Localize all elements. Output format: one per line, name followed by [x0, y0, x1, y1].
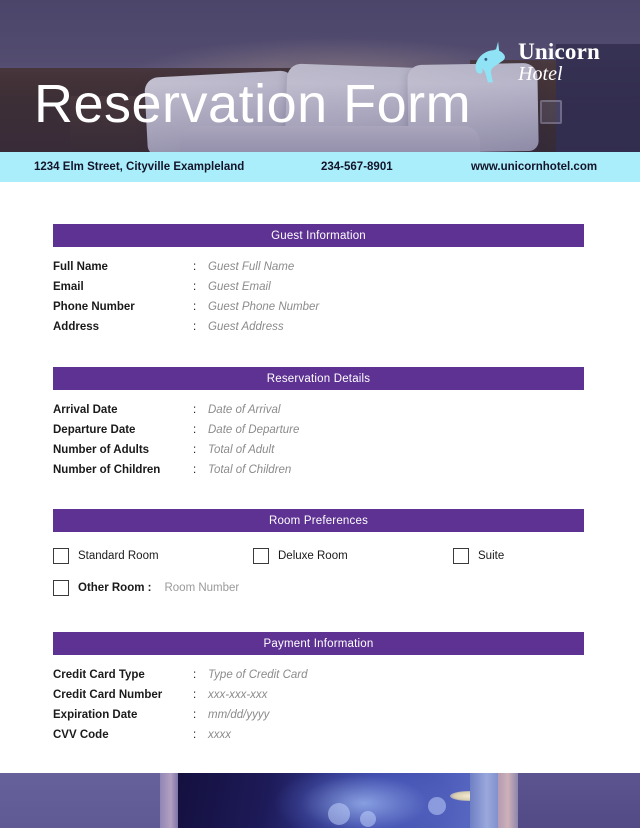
field-label: Address [53, 321, 100, 333]
field-separator: : [193, 424, 197, 436]
field-separator: : [193, 444, 197, 456]
field-list: Arrival Date : Date of Arrival Departure… [53, 404, 584, 484]
form-row: Number of Adults : Total of Adult [53, 444, 584, 464]
form-row: Number of Children : Total of Children [53, 464, 584, 484]
brand-name: Unicorn [518, 39, 600, 64]
field-value[interactable]: Date of Departure [208, 424, 299, 436]
form-row: Credit Card Number : xxx-xxx-xxx [53, 689, 584, 709]
field-value[interactable]: xxx-xxx-xxx [208, 689, 267, 701]
checkbox-icon[interactable] [253, 548, 269, 564]
field-label: Arrival Date [53, 404, 118, 416]
checkbox-label: Standard Room [78, 550, 159, 562]
field-value[interactable]: Type of Credit Card [208, 669, 308, 681]
contact-phone: 234-567-8901 [321, 161, 393, 173]
field-separator: : [193, 281, 197, 293]
checkbox-label: Deluxe Room [278, 550, 348, 562]
footer-column [498, 773, 518, 828]
form-row: Email : Guest Email [53, 281, 584, 301]
field-value[interactable]: Guest Email [208, 281, 271, 293]
field-separator: : [193, 301, 197, 313]
form-row: Expiration Date : mm/dd/yyyy [53, 709, 584, 729]
brand-logo-text: Unicorn Hotel [518, 40, 600, 84]
other-room-value[interactable]: Room Number [164, 582, 239, 594]
brand-subtitle: Hotel [518, 63, 563, 85]
field-label: Email [53, 281, 84, 293]
room-type-options: Standard Room Deluxe Room Suite [53, 548, 584, 564]
field-label: Full Name [53, 261, 108, 273]
brand-logo: Unicorn Hotel [472, 40, 600, 84]
field-value[interactable]: Guest Phone Number [208, 301, 319, 313]
field-separator: : [193, 709, 197, 721]
form-row: Arrival Date : Date of Arrival [53, 404, 584, 424]
field-value[interactable]: Date of Arrival [208, 404, 280, 416]
field-value[interactable]: mm/dd/yyyy [208, 709, 269, 721]
field-label: Credit Card Number [53, 689, 163, 701]
section-reservation-details: Reservation Details Arrival Date : Date … [53, 367, 584, 484]
form-row: Departure Date : Date of Departure [53, 424, 584, 444]
field-label: Credit Card Type [53, 669, 145, 681]
field-value[interactable]: Total of Adult [208, 444, 274, 456]
field-label: Number of Children [53, 464, 161, 476]
footer-left-wall [0, 773, 160, 828]
field-separator: : [193, 404, 197, 416]
contact-address: 1234 Elm Street, Cityville Exampleland [34, 161, 245, 173]
checkbox-deluxe-room[interactable]: Deluxe Room [253, 548, 453, 564]
checkbox-icon[interactable] [453, 548, 469, 564]
bokeh-shape [328, 803, 350, 825]
checkbox-standard-room[interactable]: Standard Room [53, 548, 253, 564]
field-value[interactable]: xxxx [208, 729, 231, 741]
bokeh-shape [428, 797, 446, 815]
field-separator: : [193, 321, 197, 333]
checkbox-icon[interactable] [53, 580, 69, 596]
section-payment-information: Payment Information Credit Card Type : T… [53, 632, 584, 749]
field-value[interactable]: Total of Children [208, 464, 291, 476]
field-separator: : [193, 261, 197, 273]
contact-website[interactable]: www.unicornhotel.com [471, 161, 597, 173]
field-list: Credit Card Type : Type of Credit Card C… [53, 669, 584, 749]
section-guest-information: Guest Information Full Name : Guest Full… [53, 224, 584, 341]
form-row: CVV Code : xxxx [53, 729, 584, 749]
field-separator: : [193, 729, 197, 741]
form-sheet: Guest Information Full Name : Guest Full… [0, 182, 640, 773]
checkbox-suite[interactable]: Suite [453, 548, 504, 564]
field-value[interactable]: Guest Full Name [208, 261, 294, 273]
field-label: CVV Code [53, 729, 109, 741]
other-room-option: Other Room : Room Number [53, 580, 584, 596]
field-value[interactable]: Guest Address [208, 321, 284, 333]
section-header: Payment Information [53, 632, 584, 655]
checkbox-label: Suite [478, 550, 505, 562]
footer-pillar [160, 773, 178, 828]
section-header: Reservation Details [53, 367, 584, 390]
footer-room-view [178, 773, 598, 828]
field-label: Expiration Date [53, 709, 138, 721]
field-list: Full Name : Guest Full Name Email : Gues… [53, 261, 584, 341]
form-row: Credit Card Type : Type of Credit Card [53, 669, 584, 689]
hero-banner: Reservation Form Unicorn Hotel [0, 0, 640, 152]
field-label: Phone Number [53, 301, 135, 313]
bokeh-shape [360, 811, 376, 827]
unicorn-head-icon [475, 41, 506, 83]
field-label: Number of Adults [53, 444, 150, 456]
footer-right-wall [518, 773, 640, 828]
page-title: Reservation Form [34, 74, 472, 134]
field-separator: : [193, 689, 197, 701]
section-room-preferences: Room Preferences Standard Room Deluxe Ro… [53, 509, 584, 596]
checkbox-label: Other Room : [78, 582, 152, 594]
checkbox-icon[interactable] [53, 548, 69, 564]
field-separator: : [193, 669, 197, 681]
section-header: Guest Information [53, 224, 584, 247]
form-row: Full Name : Guest Full Name [53, 261, 584, 281]
field-separator: : [193, 464, 197, 476]
field-label: Departure Date [53, 424, 136, 436]
checkbox-other-room[interactable]: Other Room : Room Number [53, 580, 239, 596]
footer-photo [0, 773, 640, 828]
form-row: Phone Number : Guest Phone Number [53, 301, 584, 321]
contact-bar: 1234 Elm Street, Cityville Exampleland 2… [0, 152, 640, 182]
section-header: Room Preferences [53, 509, 584, 532]
form-row: Address : Guest Address [53, 321, 584, 341]
